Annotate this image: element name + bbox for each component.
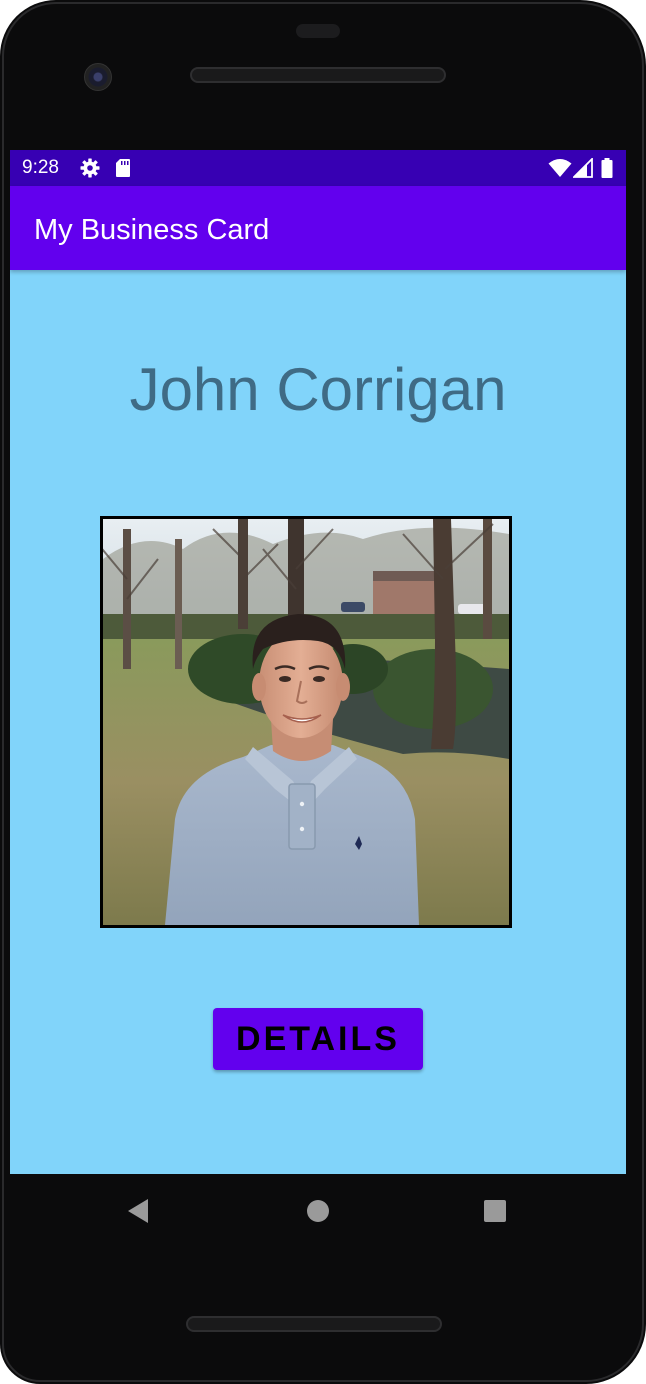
- app-title: My Business Card: [34, 214, 270, 246]
- bottom-speaker: [186, 1316, 442, 1332]
- details-button[interactable]: DETAILS: [213, 1008, 423, 1070]
- signal-icon: [573, 158, 593, 178]
- status-time: 9:28: [22, 157, 59, 178]
- navigation-bar: [10, 1174, 626, 1246]
- battery-icon: [601, 158, 613, 178]
- wifi-icon: [548, 159, 572, 177]
- person-name: John Corrigan: [129, 356, 507, 423]
- app-toolbar: My Business Card: [10, 186, 626, 270]
- recents-icon[interactable]: [480, 1196, 510, 1226]
- gear-icon: [80, 158, 100, 178]
- front-camera-icon: [84, 63, 112, 91]
- status-bar: 9:28: [10, 150, 626, 186]
- app-screen: 9:28 My Business Card John Corrigan DETA…: [10, 150, 626, 1174]
- home-icon[interactable]: [303, 1196, 333, 1226]
- proximity-sensor: [296, 24, 340, 38]
- phone-device-frame: 9:28 My Business Card John Corrigan DETA…: [0, 0, 646, 1384]
- sd-card-icon: [116, 159, 130, 177]
- profile-photo: [100, 516, 512, 928]
- back-icon[interactable]: [123, 1196, 153, 1226]
- earpiece-speaker: [190, 67, 446, 83]
